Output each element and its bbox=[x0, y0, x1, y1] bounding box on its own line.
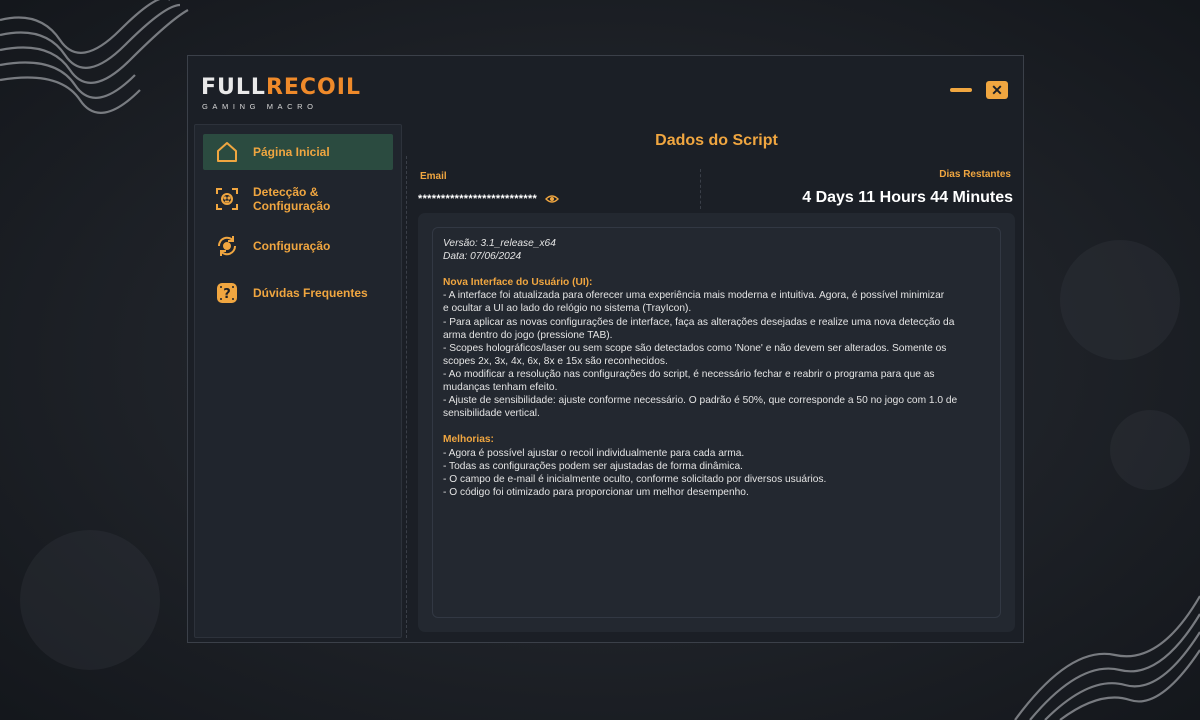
email-field: ************************** bbox=[418, 193, 560, 205]
svg-text:?: ? bbox=[223, 287, 231, 302]
logo-subtitle: GAMING MACRO bbox=[202, 102, 318, 111]
logo-text-recoil: RECOIL bbox=[265, 75, 361, 100]
window-controls: ✕ bbox=[950, 81, 1008, 99]
sidebar-item-settings[interactable]: Configuração bbox=[203, 228, 393, 264]
note-line: - Todas as configurações podem ser ajust… bbox=[443, 460, 743, 472]
divider bbox=[700, 169, 701, 209]
release-notes-panel: Versão: 3.1_release_x64 Data: 07/06/2024… bbox=[418, 213, 1015, 632]
note-line: e ocultar a UI ao lado do relógio no sis… bbox=[443, 303, 692, 315]
divider bbox=[406, 156, 407, 638]
email-masked-value: ************************** bbox=[418, 193, 538, 205]
version-text: Versão: 3.1_release_x64 bbox=[443, 238, 556, 249]
sidebar-item-home[interactable]: Página Inicial bbox=[203, 134, 393, 170]
note-line: - O código foi otimizado para proporcion… bbox=[443, 486, 749, 498]
note-line: mudanças tenham efeito. bbox=[443, 382, 558, 394]
note-line: - Agora é possível ajustar o recoil indi… bbox=[443, 447, 745, 459]
question-badge-icon: ? bbox=[215, 281, 239, 305]
sidebar-item-detection[interactable]: Detecção & Configuração bbox=[203, 181, 393, 217]
sidebar-item-label: Dúvidas Frequentes bbox=[253, 286, 368, 300]
note-line: - A interface foi atualizada para oferec… bbox=[443, 290, 945, 302]
close-button[interactable]: ✕ bbox=[986, 81, 1008, 99]
app-window: FULLRECOIL GAMING MACRO ✕ Página Inicial bbox=[187, 55, 1024, 643]
section-heading: Melhorias: bbox=[443, 434, 494, 446]
page-title: Dados do Script bbox=[655, 132, 778, 149]
minimize-button[interactable] bbox=[950, 88, 972, 92]
home-icon bbox=[215, 140, 239, 164]
note-line: scopes 2x, 3x, 4x, 6x, 8x e 15x são reco… bbox=[443, 355, 668, 367]
note-line: arma dentro do jogo (pressione TAB). bbox=[443, 329, 613, 341]
face-scan-icon bbox=[215, 187, 239, 211]
sidebar: Página Inicial Detecção & Configuração C… bbox=[194, 124, 402, 638]
date-text: Data: 07/06/2024 bbox=[443, 251, 522, 263]
days-remaining-label: Dias Restantes bbox=[939, 169, 1011, 180]
note-line: sensibilidade vertical. bbox=[443, 408, 540, 420]
days-remaining-value: 4 Days 11 Hours 44 Minutes bbox=[802, 189, 1013, 206]
section-heading: Nova Interface do Usuário (UI): bbox=[443, 277, 593, 289]
sidebar-item-faq[interactable]: ? Dúvidas Frequentes bbox=[203, 275, 393, 311]
note-line: - Ajuste de sensibilidade: ajuste confor… bbox=[443, 395, 958, 407]
note-line: - Scopes holográficos/laser ou sem scope… bbox=[443, 342, 947, 354]
sidebar-item-label: Página Inicial bbox=[253, 145, 330, 159]
sidebar-item-label: Configuração bbox=[253, 239, 331, 253]
logo-text-full: FULL bbox=[201, 75, 266, 100]
email-label: Email bbox=[420, 171, 447, 182]
note-line: - Ao modificar a resolução nas configura… bbox=[443, 368, 935, 380]
release-notes-content[interactable]: Versão: 3.1_release_x64 Data: 07/06/2024… bbox=[432, 227, 1001, 618]
logo: FULLRECOIL GAMING MACRO bbox=[201, 75, 361, 112]
sidebar-item-label: Detecção & Configuração bbox=[253, 185, 331, 213]
note-line: - Para aplicar as novas configurações de… bbox=[443, 316, 955, 328]
close-icon: ✕ bbox=[991, 82, 1003, 98]
eye-icon[interactable] bbox=[545, 194, 560, 204]
note-line: - O campo de e-mail é inicialmente ocult… bbox=[443, 473, 827, 485]
sync-gear-icon bbox=[215, 234, 239, 258]
